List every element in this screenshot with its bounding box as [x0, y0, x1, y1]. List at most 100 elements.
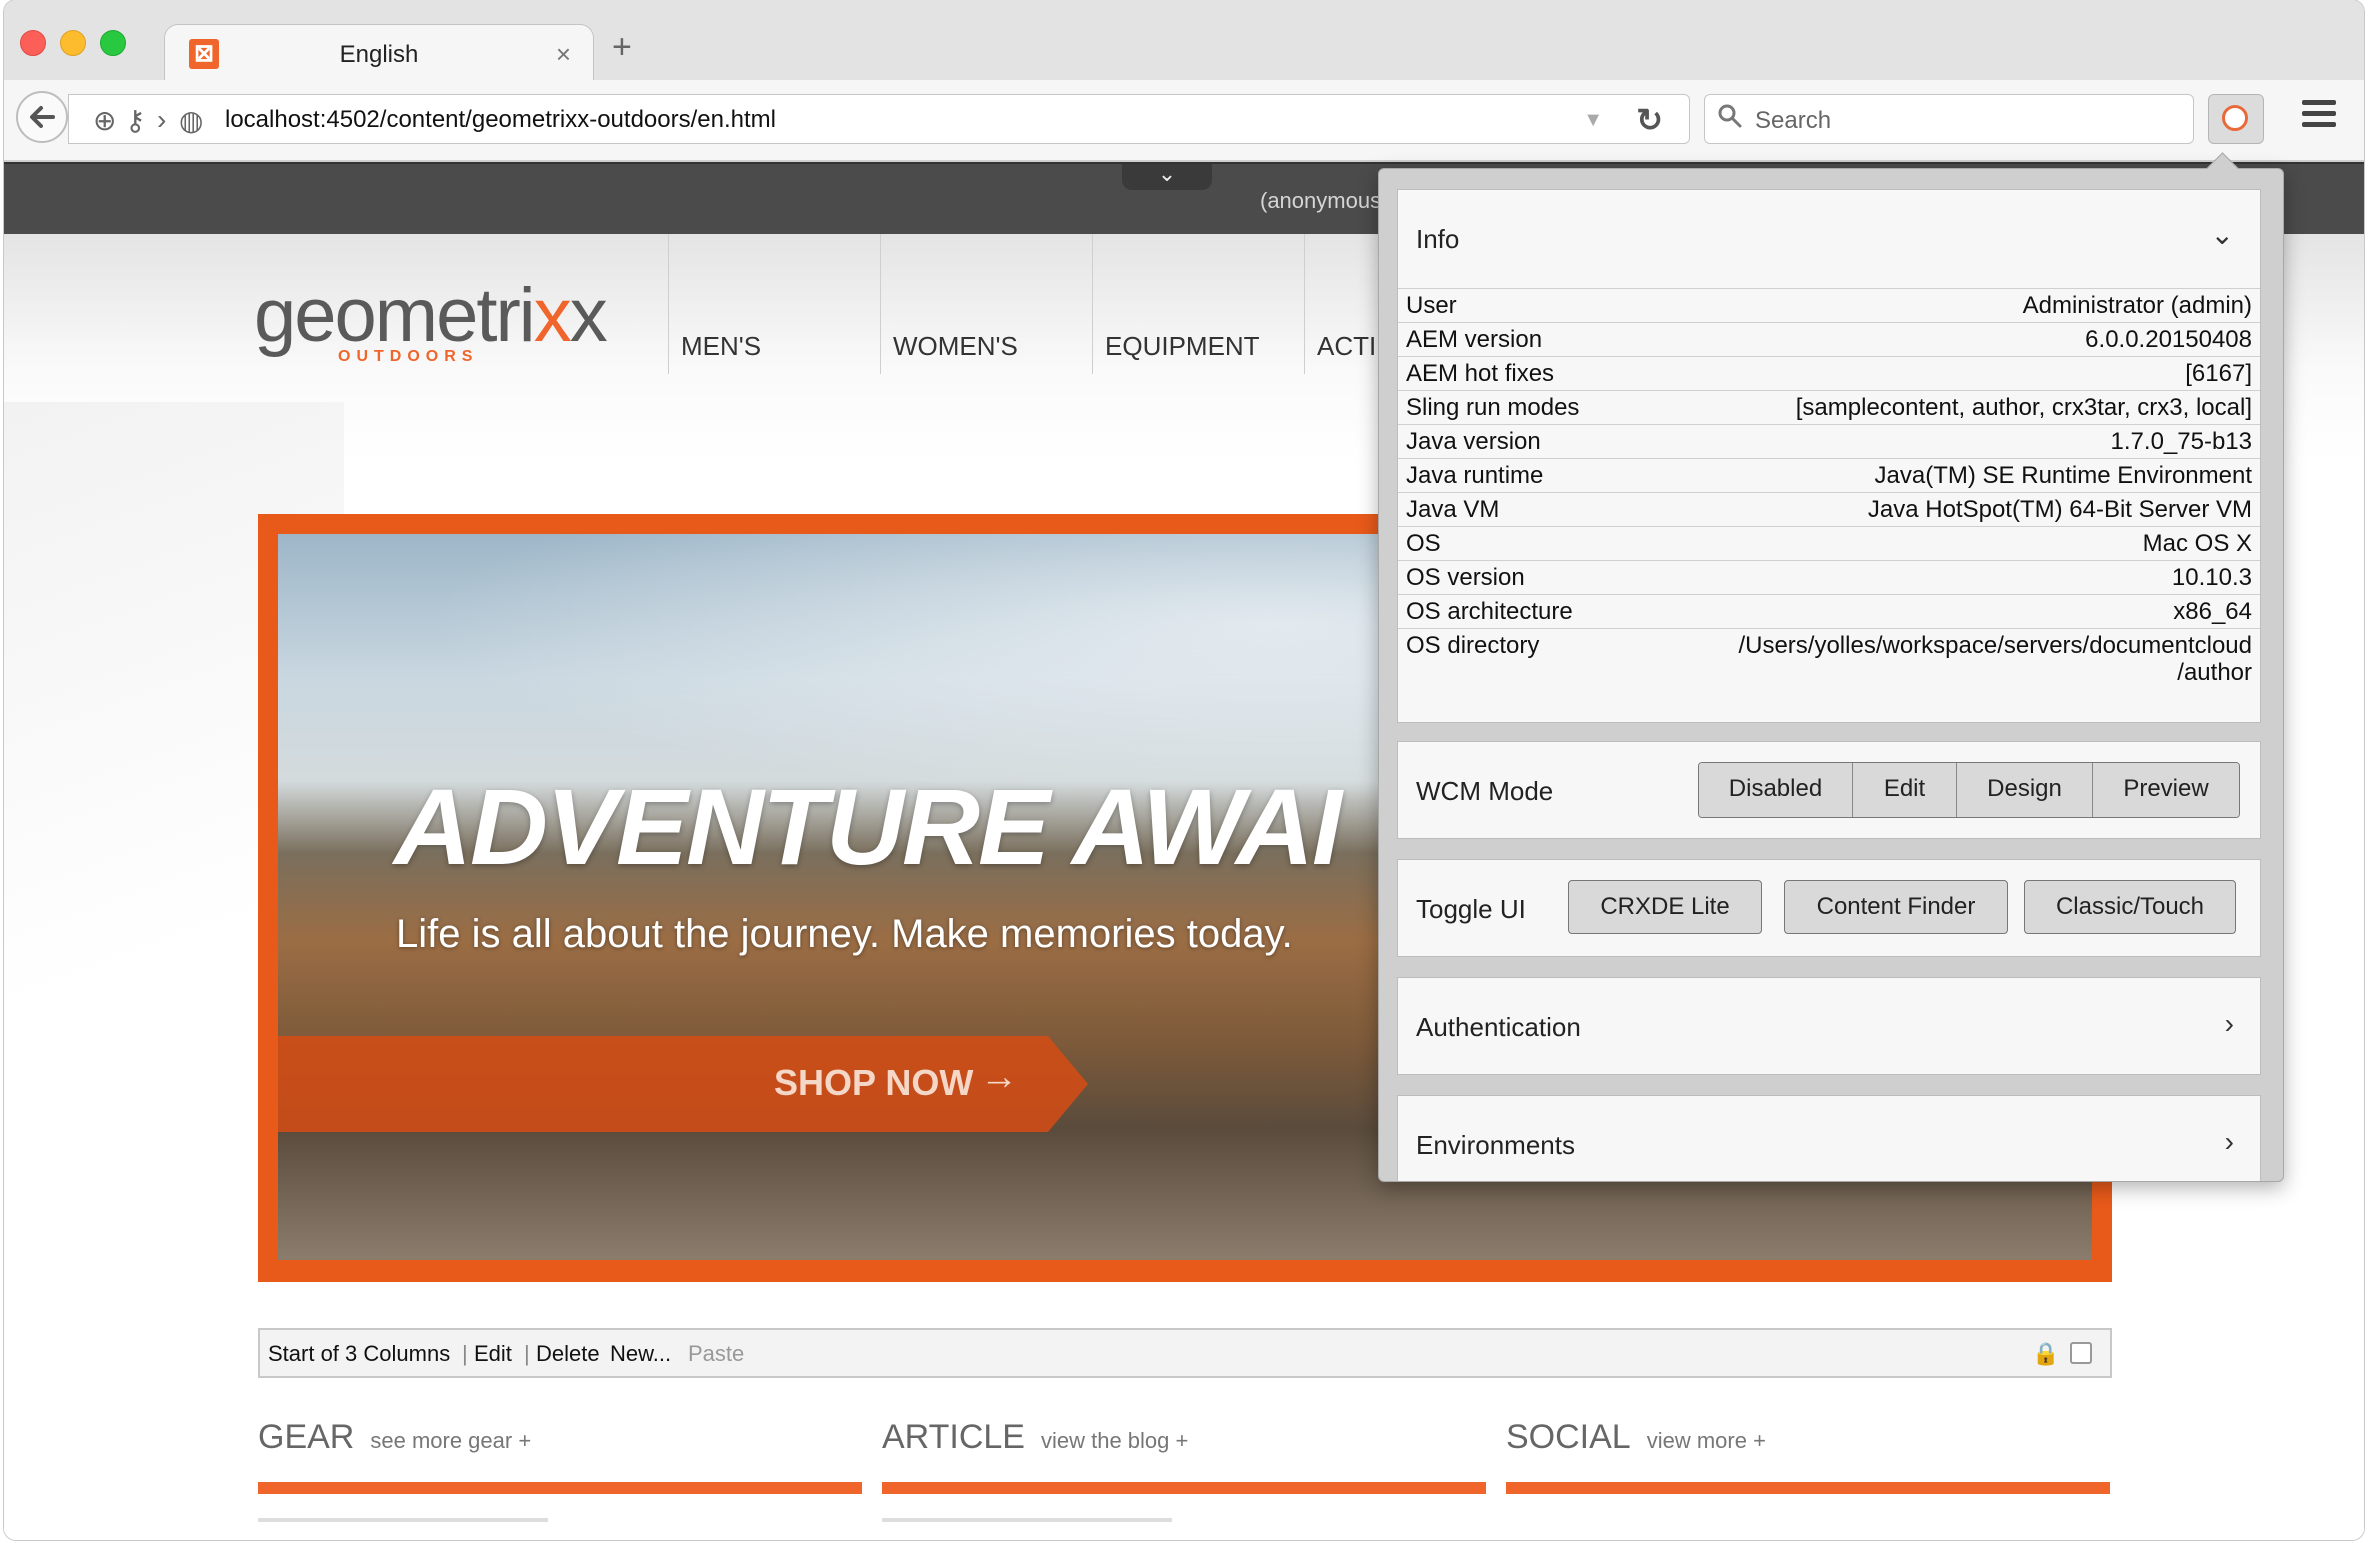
- zoom-window-button[interactable]: [100, 30, 126, 56]
- info-row: Java runtime Java(TM) SE Runtime Environm…: [1398, 458, 2260, 493]
- authentication-title: Authentication: [1416, 1012, 1581, 1042]
- url-dropdown-icon[interactable]: ▼: [1583, 109, 1603, 132]
- wcm-disabled-button[interactable]: Disabled: [1699, 763, 1853, 817]
- wcm-mode-card: WCM Mode Disabled Edit Design Preview: [1397, 741, 2261, 839]
- back-button[interactable]: [16, 91, 68, 143]
- editbar-label: Start of 3 Columns: [268, 1341, 451, 1366]
- hamburger-menu-icon[interactable]: [2302, 100, 2336, 133]
- content-finder-button[interactable]: Content Finder: [1784, 880, 2008, 934]
- aem-developer-tools-button[interactable]: [2208, 94, 2264, 144]
- tab-close-icon[interactable]: ×: [556, 39, 571, 70]
- nav-label: MEN'S: [681, 331, 762, 361]
- section-divider: [882, 1482, 1486, 1494]
- info-row: OS version 10.10.3: [1398, 560, 2260, 595]
- info-value: /Users/yolles/workspace/servers/document…: [1625, 628, 2260, 689]
- section-article: ARTICLE view the blog +: [882, 1418, 1486, 1522]
- nav-item-womens[interactable]: WOMEN'S: [880, 234, 1092, 374]
- info-value: Java(TM) SE Runtime Environment: [1625, 458, 2260, 493]
- minimize-window-button[interactable]: [60, 30, 86, 56]
- info-row: User Administrator (admin): [1398, 288, 2260, 323]
- info-row: Java VM Java HotSpot(TM) 64-Bit Server VM: [1398, 492, 2260, 527]
- info-row: AEM hot fixes [6167]: [1398, 356, 2260, 391]
- chevron-right-icon: ›: [2224, 1126, 2234, 1157]
- geometrixx-logo[interactable]: geometrixx OUTDOORS: [254, 272, 608, 365]
- wcm-edit-button[interactable]: Edit: [1853, 763, 1957, 817]
- tab-strip: ⊠ English × +: [4, 0, 2364, 84]
- toggle-ui-card: Toggle UI CRXDE Lite Content Finder Clas…: [1397, 859, 2261, 957]
- crxde-lite-button[interactable]: CRXDE Lite: [1568, 880, 1762, 934]
- arrow-right-icon: →: [980, 1056, 1018, 1098]
- nav-item-activities[interactable]: ACTI: [1304, 234, 1384, 374]
- info-row: AEM version 6.0.0.20150408: [1398, 322, 2260, 357]
- close-window-button[interactable]: [20, 30, 46, 56]
- aem-developer-tools-panel: Info ⌄ User Administrator (admin) AEM ver…: [1378, 152, 2284, 1182]
- shop-now-label: SHOP NOW: [774, 1062, 974, 1103]
- info-value: Administrator (admin): [1625, 288, 2260, 323]
- chevron-right-icon: ›: [2224, 1008, 2234, 1039]
- select-checkbox[interactable]: [2070, 1342, 2092, 1364]
- nav-label: ACTI: [1317, 331, 1377, 361]
- info-table: User Administrator (admin) AEM version 6.0…: [1398, 288, 2260, 689]
- info-value: x86_64: [1625, 594, 2260, 629]
- info-label: Java VM: [1398, 492, 1626, 527]
- section-social: SOCIAL view more +: [1506, 1418, 2110, 1494]
- classic-touch-button[interactable]: Classic/Touch: [2024, 880, 2236, 934]
- section-divider: [258, 1482, 862, 1494]
- editbar-edit-button[interactable]: Edit: [474, 1341, 512, 1367]
- shop-now-button[interactable]: SHOP NOW →: [278, 1036, 1088, 1132]
- browser-tab[interactable]: ⊠ English ×: [164, 24, 594, 84]
- info-label: OS version: [1398, 560, 1626, 595]
- logo-text: geometri: [254, 273, 536, 358]
- key-icon[interactable]: ⚷: [125, 104, 146, 137]
- editbar-new-button[interactable]: New...: [610, 1341, 671, 1367]
- editbar-delete-button[interactable]: Delete: [536, 1341, 600, 1367]
- section-link[interactable]: view the blog +: [1041, 1428, 1188, 1453]
- section-link[interactable]: view more +: [1647, 1428, 1766, 1453]
- nav-label: EQUIPMENT: [1105, 331, 1260, 361]
- identity-crosshair-icon[interactable]: ⊕: [93, 104, 116, 137]
- aem-extension-icon: [2222, 105, 2248, 131]
- nav-label: WOMEN'S: [893, 331, 1018, 361]
- info-label: Sling run modes: [1398, 390, 1626, 425]
- chevron-down-icon[interactable]: ⌄: [1122, 163, 1212, 190]
- wcm-preview-button[interactable]: Preview: [2093, 763, 2239, 817]
- editbar-paste-button[interactable]: Paste: [688, 1341, 744, 1367]
- reload-icon[interactable]: ↻: [1636, 101, 1663, 139]
- info-row: OS Mac OS X: [1398, 526, 2260, 561]
- new-tab-button[interactable]: +: [612, 28, 632, 67]
- info-label: AEM hot fixes: [1398, 356, 1626, 391]
- toggle-ui-title: Toggle UI: [1416, 894, 1526, 924]
- section-title: SOCIAL: [1506, 1418, 1631, 1456]
- tab-title: English: [339, 41, 419, 68]
- info-label: OS: [1398, 526, 1626, 561]
- logo-x: x: [533, 273, 572, 358]
- url-bar[interactable]: ⊕ ⚷ › ◍ localhost:4502/content/geometrix…: [68, 94, 1690, 144]
- chevron-down-icon[interactable]: ⌄: [2211, 218, 2234, 251]
- info-value: Java HotSpot(TM) 64-Bit Server VM: [1625, 492, 2260, 527]
- url-text[interactable]: localhost:4502/content/geometrixx-outdoo…: [225, 106, 776, 134]
- section-title: ARTICLE: [882, 1418, 1025, 1456]
- nav-item-mens[interactable]: MEN'S: [668, 234, 880, 374]
- info-label: Java version: [1398, 424, 1626, 459]
- info-label: OS architecture: [1398, 594, 1626, 629]
- nav-item-equipment[interactable]: EQUIPMENT: [1092, 234, 1304, 374]
- search-icon: [1717, 103, 1743, 136]
- environments-card[interactable]: Environments ›: [1397, 1095, 2261, 1181]
- search-placeholder: Search: [1755, 107, 1832, 134]
- section-link[interactable]: see more gear +: [370, 1428, 531, 1453]
- info-label: Java runtime: [1398, 458, 1626, 493]
- wcm-design-button[interactable]: Design: [1957, 763, 2093, 817]
- info-row: OS directory/Users/yolles/workspace/serv…: [1398, 628, 2260, 689]
- search-input[interactable]: Search: [1704, 94, 2194, 144]
- authentication-card[interactable]: Authentication ›: [1397, 977, 2261, 1075]
- section-underline: [882, 1518, 1172, 1522]
- navigation-bar: ⊕ ⚷ › ◍ localhost:4502/content/geometrix…: [4, 80, 2364, 162]
- browser-window: ⊠ English × + ⊕ ⚷ › ◍ localhost:4502/con…: [4, 0, 2364, 1540]
- info-title[interactable]: Info: [1416, 224, 1459, 255]
- environments-title: Environments: [1416, 1130, 1575, 1160]
- info-value: [6167]: [1625, 356, 2260, 391]
- lock-icon[interactable]: 🔒: [2032, 1341, 2059, 1367]
- section-gear: GEAR see more gear +: [258, 1418, 862, 1522]
- info-row: Sling run modes [samplecontent, author, c…: [1398, 390, 2260, 425]
- section-underline: [258, 1518, 548, 1522]
